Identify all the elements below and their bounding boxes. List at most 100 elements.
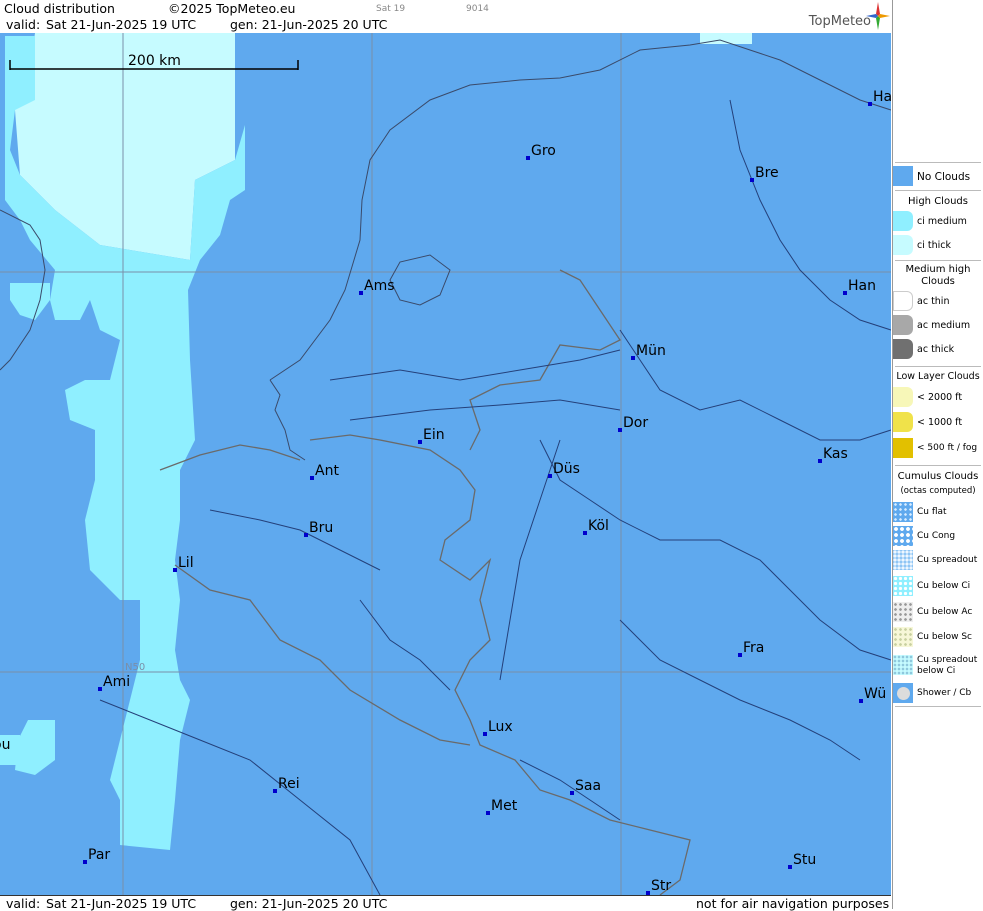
valid-time: Sat 21-Jun-2025 19 UTC [46, 17, 197, 32]
legend-shower: Shower / Cb [893, 683, 983, 705]
city-label: Saa [575, 778, 601, 794]
ac-thick-label: ac thick [917, 344, 955, 355]
legend-cu-flat: Cu flat [893, 502, 983, 524]
ac-medium-swatch [893, 315, 913, 335]
city-marker: Dor [618, 415, 648, 432]
shower-label: Shower / Cb [917, 688, 972, 698]
cu-spreadout-swatch [893, 550, 913, 570]
compass-icon [866, 2, 890, 30]
low-1000-swatch [893, 412, 913, 432]
cu-spreadout-ci-label: Cu spreadout below Ci [917, 655, 978, 676]
city-marker: Ant [310, 463, 339, 480]
map-title: Cloud distribution [4, 1, 115, 16]
cu-below-ac-label: Cu below Ac [917, 607, 973, 617]
city-marker: Gro [526, 143, 556, 160]
city-dot [738, 653, 742, 657]
city-dot [418, 440, 422, 444]
city-dot [83, 860, 87, 864]
cu-spreadout-ci-swatch [893, 655, 913, 675]
cu-below-sc-label: Cu below Sc [917, 632, 972, 642]
city-marker: Lux [483, 719, 513, 736]
city-label: Lux [488, 719, 513, 735]
city-label: Köl [588, 518, 609, 534]
city-label: Gro [531, 143, 556, 159]
city-marker: Ami [98, 674, 130, 691]
city-marker: Str [646, 878, 671, 895]
city-dot [818, 459, 822, 463]
city-dot [548, 474, 552, 478]
city-marker: Saa [570, 778, 601, 795]
ci-medium-swatch [893, 211, 913, 231]
city-dot [859, 699, 863, 703]
city-label: Wü [864, 686, 886, 702]
city-marker: Rei [273, 776, 300, 793]
ci-thick-swatch [893, 235, 913, 255]
city-dot [570, 791, 574, 795]
legend-cumulus-subheading: (octas computed) [900, 486, 976, 496]
brand-logo: TopMeteo [808, 14, 871, 29]
cloud-map[interactable]: 200 km N50 Ha Gro Bre Ams Han Mün Ein Dor Kas Ant… [0, 33, 891, 895]
legend-cu-spreadout-ci: Cu spreadout below Ci [893, 655, 983, 681]
cu-spreadout-label: Cu spreadout [917, 555, 978, 565]
cu-below-sc-swatch [893, 627, 913, 647]
ac-thick-swatch [893, 339, 913, 359]
city-label: Mün [636, 343, 666, 359]
legend-cu-cong: Cu Cong [893, 526, 983, 548]
city-label: Ami [103, 674, 130, 690]
map-header: Cloud distribution ©2025 TopMeteo.eu Sat… [0, 0, 891, 34]
city-dot [750, 178, 754, 182]
ci-thick-area [15, 33, 752, 260]
city-dot [843, 291, 847, 295]
legend-low-500: < 500 ft / fog [893, 438, 983, 460]
city-label: ou [0, 737, 10, 753]
city-dot [631, 356, 635, 360]
legend-high-clouds-heading: High Clouds [908, 196, 968, 207]
city-marker: Ein [418, 427, 445, 444]
city-dot [868, 102, 872, 106]
legend-low-layer-heading: Low Layer Clouds [896, 371, 980, 382]
city-marker: Mün [631, 343, 666, 360]
city-dot [618, 428, 622, 432]
legend-low-1000: < 1000 ft [893, 412, 983, 434]
city-marker: Bre [750, 165, 779, 182]
city-label: Han [848, 278, 876, 294]
city-dot [788, 865, 792, 869]
city-marker: Stu [788, 852, 816, 869]
city-label: Kas [823, 446, 848, 462]
legend-no-clouds: No Clouds [893, 166, 983, 188]
city-marker: Düs [548, 461, 580, 478]
city-dot [173, 568, 177, 572]
cu-below-ci-swatch [893, 576, 913, 596]
low-2000-swatch [893, 387, 913, 407]
legend-cumulus-heading: Cumulus Clouds [897, 471, 979, 482]
legend-low-2000: < 2000 ft [893, 387, 983, 409]
city-label: Ant [315, 463, 339, 479]
copyright: ©2025 TopMeteo.eu [168, 1, 296, 16]
latitude-label: N50 [125, 662, 145, 673]
city-dot [583, 531, 587, 535]
city-marker: Met [486, 798, 518, 815]
city-label: Lil [178, 555, 194, 571]
city-marker: Ams [359, 278, 395, 295]
shower-swatch [893, 683, 913, 703]
low-2000-label: < 2000 ft [917, 392, 963, 403]
legend-ac-thick: ac thick [893, 339, 983, 361]
cu-below-ac-swatch [893, 602, 913, 622]
cu-flat-swatch [893, 502, 913, 522]
no-clouds-label: No Clouds [917, 171, 971, 183]
city-dot [304, 533, 308, 537]
borders [159, 269, 691, 895]
city-label: Met [491, 798, 518, 814]
legend-cu-below-ac: Cu below Ac [893, 602, 983, 624]
city-label: Rei [278, 776, 300, 792]
cu-below-ci-label: Cu below Ci [917, 581, 971, 591]
city-label: Par [88, 847, 110, 863]
city-dot [359, 291, 363, 295]
city-marker: Fra [738, 640, 764, 657]
low-500-swatch [893, 438, 913, 458]
city-marker: Köl [583, 518, 609, 535]
city-dot [273, 789, 277, 793]
city-label: Ams [364, 278, 395, 294]
city-marker: Bru [304, 520, 333, 537]
city-dot [486, 811, 490, 815]
